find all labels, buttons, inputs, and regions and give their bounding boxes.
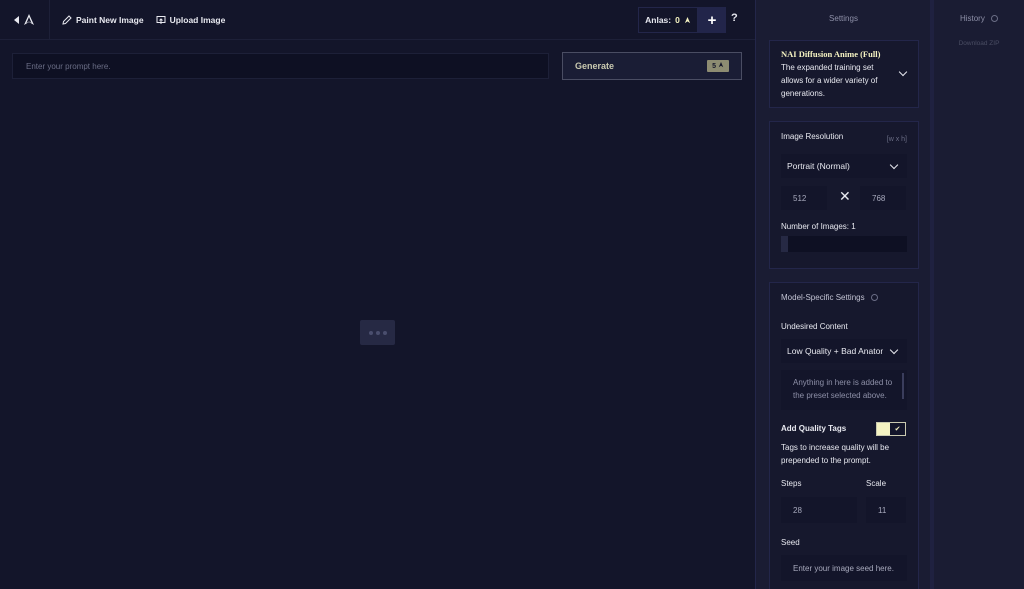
history-label: History [959, 14, 985, 23]
model-selector[interactable]: NAI Diffusion Anime (Full) The expanded … [769, 40, 919, 108]
buy-anlas-plus-button[interactable]: + [698, 7, 726, 33]
width-input[interactable]: 512 [781, 186, 827, 210]
number-of-images-row: Number of Images: 1 [781, 222, 856, 231]
seed-placeholder: Enter your image seed here. [793, 563, 894, 573]
info-icon[interactable] [991, 15, 999, 23]
resolution-preset-value: Portrait (Normal) [787, 161, 850, 171]
height-input[interactable]: 768 [860, 186, 906, 210]
chevron-down-icon [889, 345, 899, 355]
anlas-balance: Anlas: 0 [638, 7, 698, 33]
add-quality-tags-label: Add Quality Tags [781, 424, 847, 433]
anlas-icon [684, 16, 690, 23]
seed-input[interactable]: Enter your image seed here. [781, 555, 907, 581]
generate-cost-value: 5 [712, 63, 717, 70]
steps-input[interactable]: 28 [781, 497, 857, 523]
generate-button[interactable]: Generate 5 [562, 52, 742, 80]
undesired-content-label: Undesired Content [781, 322, 848, 331]
history-title: History [934, 14, 1024, 23]
undesired-content-value: Low Quality + Bad Anatomy [787, 346, 883, 356]
chevron-down-icon [898, 67, 908, 77]
pencil-icon [62, 14, 72, 25]
model-description: The expanded training set allows for a w… [781, 63, 878, 98]
steps-label: Steps [781, 479, 802, 488]
upload-icon [156, 15, 166, 24]
generate-label: Generate [575, 61, 615, 71]
settings-title: Settings [829, 14, 858, 23]
novelai-logo-icon [24, 13, 34, 25]
download-zip-button[interactable]: Download ZIP [934, 40, 1024, 47]
scrollbar[interactable] [902, 373, 904, 399]
model-name: NAI Diffusion Anime (Full) [781, 49, 881, 59]
undesired-content-select[interactable]: Low Quality + Bad Anatomy [781, 339, 907, 363]
back-arrow-icon [14, 15, 19, 24]
image-resolution-section: Image Resolution [w x h] Portrait (Norma… [769, 121, 919, 269]
scale-input[interactable]: 11 [866, 497, 906, 523]
number-of-images-slider[interactable] [781, 236, 907, 252]
model-specific-settings-section: Model-Specific Settings Undesired Conten… [769, 282, 919, 589]
history-panel: History Download ZIP [930, 0, 1024, 589]
anlas-icon [718, 62, 724, 68]
seed-label: Seed [781, 538, 800, 547]
number-of-images-label: Number of Images: [781, 222, 850, 231]
paint-new-image-button[interactable]: Paint New Image [62, 15, 144, 25]
upload-image-label: Upload Image [169, 14, 226, 25]
undesired-content-placeholder: Anything in here is added to the preset … [793, 378, 893, 400]
model-specific-settings-header: Model-Specific Settings [781, 293, 907, 302]
info-icon[interactable] [870, 294, 878, 302]
anlas-label: Anlas: [645, 15, 672, 25]
settings-panel: Settings NAI Diffusion Anime (Full) The … [755, 0, 930, 589]
undesired-content-textarea[interactable]: Anything in here is added to the preset … [781, 370, 907, 410]
quality-tags-help: Tags to increase quality will be prepend… [781, 443, 890, 465]
add-quality-tags-toggle[interactable]: ✔ [876, 422, 906, 436]
plus-icon: + [707, 11, 717, 29]
prompt-input[interactable] [12, 53, 549, 79]
number-of-images-value: 1 [851, 222, 856, 231]
close-x-icon: ✕ [839, 188, 851, 204]
model-specific-settings-label: Model-Specific Settings [781, 293, 865, 302]
upload-image-button[interactable]: Upload Image [156, 14, 226, 25]
checkmark-icon: ✔ [890, 423, 905, 435]
resolution-preset-select[interactable]: Portrait (Normal) [781, 154, 907, 178]
image-placeholder-icon [360, 320, 395, 345]
generate-cost-badge: 5 [707, 60, 729, 72]
help-button[interactable]: ? [731, 12, 738, 24]
slider-thumb[interactable] [781, 236, 788, 252]
chevron-down-icon [889, 160, 899, 170]
anlas-value: 0 [675, 15, 680, 25]
resolution-hint: [w x h] [886, 136, 907, 143]
scale-label: Scale [866, 479, 887, 488]
paint-new-image-label: Paint New Image [76, 14, 144, 25]
back-button[interactable] [0, 0, 50, 40]
